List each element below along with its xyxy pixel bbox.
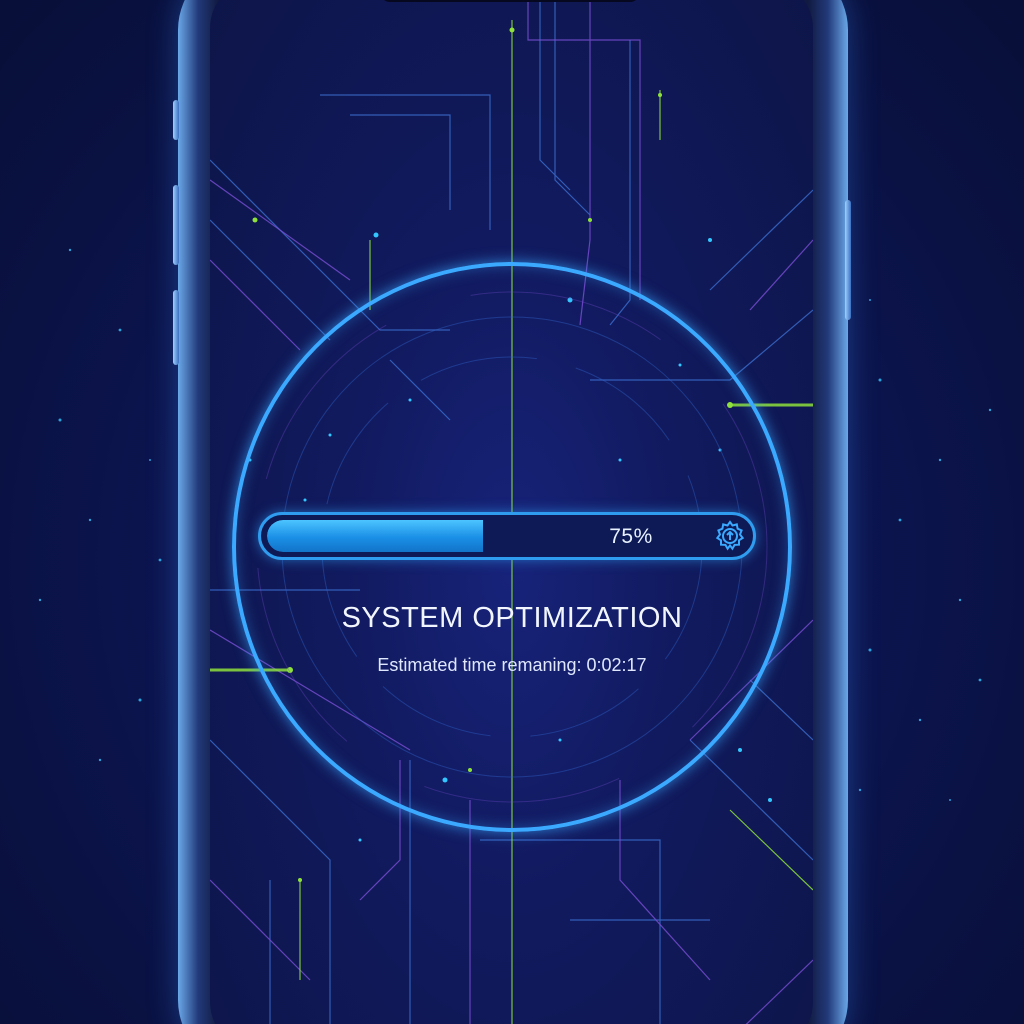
progress-fill <box>267 520 483 552</box>
progress-bar: 75% <box>258 512 756 560</box>
progress-percent-label: 75% <box>609 525 653 548</box>
phone-volume-down-button <box>173 290 179 365</box>
estimated-time-label: Estimated time remaning: 0:02:17 <box>377 655 647 675</box>
gear-upload-icon[interactable] <box>713 519 747 553</box>
progress-track <box>267 520 747 552</box>
status-title: SYSTEM OPTIMIZATION <box>341 602 683 634</box>
phone-volume-up-button <box>173 185 179 265</box>
phone-power-button <box>845 200 851 320</box>
phone-notch <box>380 0 640 2</box>
phone-side-button <box>173 100 179 140</box>
scene-background: 75% SYSTEM OPTIMIZATION Estimated time r… <box>0 0 1024 1024</box>
